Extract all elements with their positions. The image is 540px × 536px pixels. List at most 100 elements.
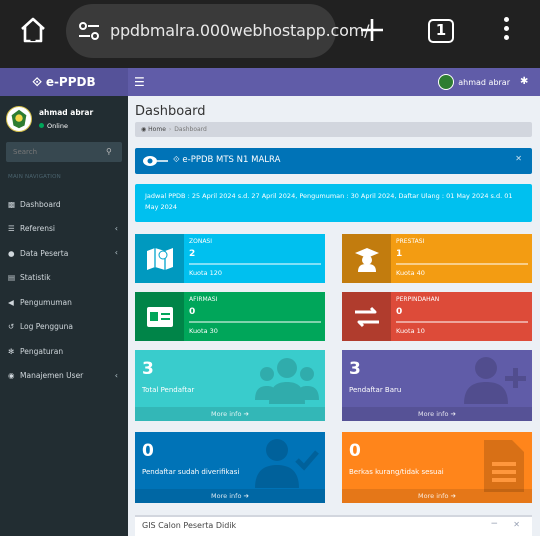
gear-icon: ✻ <box>8 346 15 356</box>
gis-box: GIS Calon Peserta Didik − ✕ <box>135 515 532 536</box>
more-info-link[interactable]: More info ➔ <box>135 489 325 503</box>
user-check-icon <box>255 439 319 488</box>
close-icon[interactable]: ✕ <box>515 154 522 163</box>
breadcrumb-home[interactable]: Home <box>148 126 166 133</box>
dashboard-icon: ▩ <box>8 199 16 209</box>
info-box-prestasi: PRESTASI 1 Kuota 40 <box>342 234 532 283</box>
small-box-label: Berkas kurang/tidak sesuai <box>349 468 444 476</box>
sidebar-item-pengaturan[interactable]: ✻ Pengaturan <box>0 339 128 364</box>
info-box-label: AFIRMASI <box>189 296 218 303</box>
info-box-perpindahan: PERPINDAHAN 0 Kuota 10 <box>342 292 532 341</box>
map-icon <box>135 234 184 283</box>
sidebar-user-panel: ahmad abrar Online <box>6 106 126 136</box>
small-box-number: 0 <box>349 441 361 461</box>
eye-small-icon: ⟐ <box>173 155 183 165</box>
sidebar: ahmad abrar Online ⚲ MAIN NAVIGATION ▩Da… <box>0 96 128 536</box>
list-icon: ☰ <box>8 224 15 234</box>
home-icon[interactable] <box>19 16 47 44</box>
info-box-number: 1 <box>396 249 403 259</box>
tab-switcher-button[interactable]: 1 <box>428 19 454 43</box>
bullhorn-icon: ◀ <box>8 297 14 307</box>
top-navbar: ☰ ahmad abrar ✱ <box>128 68 540 96</box>
sidebar-search-input[interactable] <box>6 142 102 162</box>
users-icon: ◉ <box>8 371 15 381</box>
app-logo[interactable]: ⟐ e-PPDB <box>0 68 128 96</box>
breadcrumb-current: Dashboard <box>174 126 207 133</box>
chevron-left-icon: ‹ <box>114 223 118 233</box>
arrow-circle-right-icon: ➔ <box>450 492 456 500</box>
callout-title-text: ⟐ e-PPDB MTS N1 MALRA <box>173 155 281 165</box>
more-info-link[interactable]: More info ➔ <box>342 407 532 421</box>
minimize-icon[interactable]: − <box>490 519 498 529</box>
progress-bar <box>396 263 528 265</box>
site-settings-icon[interactable] <box>78 21 100 41</box>
close-icon[interactable]: ✕ <box>513 520 520 529</box>
navbar-user-name: ahmad abrar <box>458 77 510 87</box>
info-box-number: 0 <box>396 307 403 317</box>
search-icon[interactable]: ⚲ <box>106 147 116 157</box>
more-info-link[interactable]: More info ➔ <box>135 407 325 421</box>
small-box-number: 3 <box>142 359 154 379</box>
online-status: Online <box>39 122 68 130</box>
users-icon <box>255 358 319 404</box>
small-box-label: Total Pendaftar <box>142 386 195 394</box>
progress-bar <box>189 263 321 265</box>
info-box-label: PERPINDAHAN <box>396 296 440 303</box>
info-box-desc: Kuota 30 <box>189 327 218 335</box>
user-icon: ● <box>8 248 15 258</box>
graduate-icon <box>342 234 391 283</box>
sidebar-toggle-icon[interactable]: ☰ <box>134 74 152 90</box>
school-callout: ⟐ e-PPDB MTS N1 MALRA ✕ <box>135 148 532 174</box>
browser-toolbar: ppdbmalra.000webhostapp.com/ 1 <box>0 0 540 68</box>
info-box-desc: Kuota 120 <box>189 269 223 277</box>
chart-icon: ▤ <box>8 273 16 283</box>
app-logo-text: e-PPDB <box>45 75 96 89</box>
sidebar-item-manajemen-user[interactable]: ◉ Manajemen User ‹ <box>0 364 128 389</box>
sidebar-item-statistik[interactable]: ▤ Statistik <box>0 266 128 291</box>
url-text: ppdbmalra.000webhostapp.com/ <box>110 21 370 40</box>
sidebar-user-name: ahmad abrar <box>39 108 94 117</box>
sidebar-search: ⚲ <box>6 142 122 162</box>
history-icon: ↺ <box>8 322 15 332</box>
info-box-zonasi: ZONASI 2 Kuota 120 <box>135 234 325 283</box>
id-card-icon <box>135 292 184 341</box>
sidebar-item-log-pengguna[interactable]: ↺ Log Pengguna <box>0 315 128 340</box>
small-box-berkas-kurang: 0 Berkas kurang/tidak sesuai More info ➔ <box>342 432 532 503</box>
sidebar-item-referensi[interactable]: ☰ Referensi ‹ <box>0 217 128 242</box>
small-box-pendaftar-baru: 3 Pendaftar Baru More info ➔ <box>342 350 532 421</box>
sidebar-item-data-peserta[interactable]: ● Data Peserta ‹ <box>0 241 128 266</box>
small-box-total-pendaftar: 3 Total Pendaftar More info ➔ <box>135 350 325 421</box>
address-bar[interactable]: ppdbmalra.000webhostapp.com/ <box>66 4 369 58</box>
browser-menu-icon[interactable] <box>502 17 510 43</box>
eye-logo-icon <box>143 156 168 166</box>
more-info-link[interactable]: More info ➔ <box>342 489 532 503</box>
info-box-label: ZONASI <box>189 238 213 245</box>
small-box-number: 0 <box>142 441 154 461</box>
sidebar-item-pengumuman[interactable]: ◀ Pengumuman <box>0 290 128 315</box>
breadcrumb: ◉ Home › Dashboard <box>135 122 532 137</box>
info-box-desc: Kuota 40 <box>396 269 425 277</box>
exchange-icon <box>342 292 391 341</box>
sidebar-header: MAIN NAVIGATION <box>8 174 61 180</box>
arrow-circle-right-icon: ➔ <box>243 492 249 500</box>
new-tab-icon[interactable] <box>360 18 384 42</box>
small-box-terverifikasi: 0 Pendaftar sudah diverifikasi More info… <box>135 432 325 503</box>
small-box-label: Pendaftar sudah diverifikasi <box>142 468 240 476</box>
gis-box-title: GIS Calon Peserta Didik <box>142 521 237 530</box>
control-sidebar-gear-icon[interactable]: ✱ <box>520 76 532 88</box>
info-box-number: 2 <box>189 249 196 259</box>
user-menu[interactable]: ahmad abrar <box>438 72 510 92</box>
online-dot-icon <box>39 123 44 128</box>
info-box-afirmasi: AFIRMASI 0 Kuota 30 <box>135 292 325 341</box>
user-avatar-small <box>438 74 455 90</box>
content-wrapper: Dashboard ◉ Home › Dashboard ⟐ e-PPDB MTS … <box>128 96 540 536</box>
small-box-label: Pendaftar Baru <box>349 386 402 394</box>
file-icon <box>484 440 524 492</box>
progress-bar <box>189 321 321 323</box>
eye-logo-icon: ⟐ <box>32 74 42 89</box>
breadcrumb-home-icon: ◉ <box>141 126 147 133</box>
info-box-desc: Kuota 10 <box>396 327 425 335</box>
sidebar-item-dashboard[interactable]: ▩ Dashboard <box>0 192 128 217</box>
progress-bar <box>396 321 528 323</box>
info-box-number: 0 <box>189 307 196 317</box>
